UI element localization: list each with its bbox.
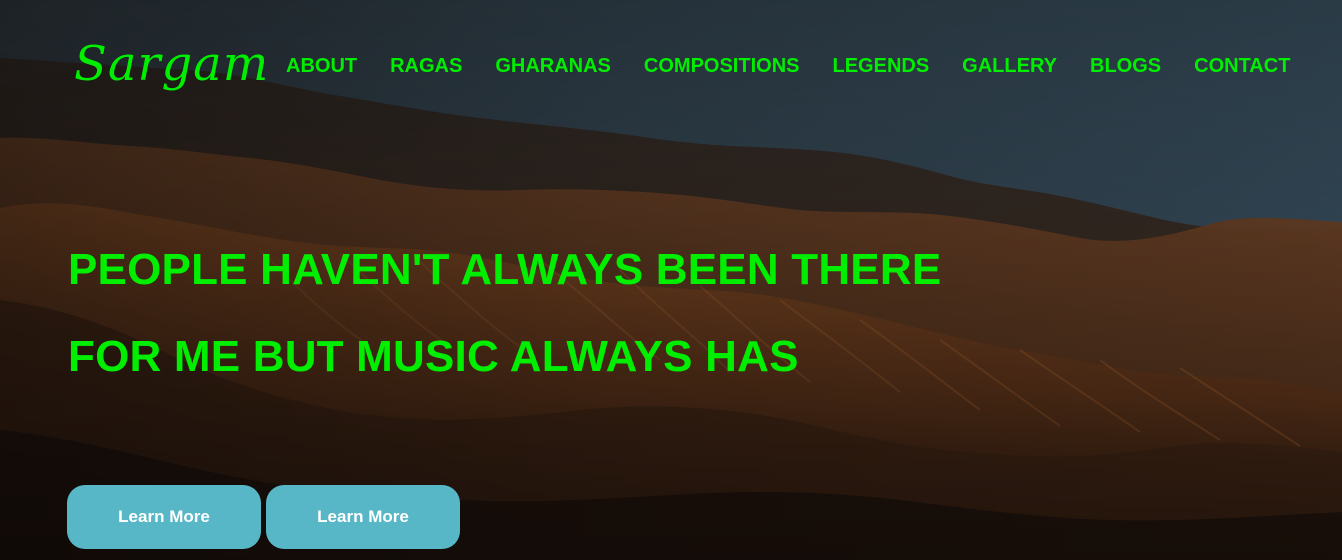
nav-link-gallery[interactable]: GALLERY bbox=[962, 52, 1057, 80]
hero-headline: PEOPLE HAVEN'T ALWAYS BEEN THERE FOR ME … bbox=[68, 245, 942, 381]
nav-link-blogs[interactable]: BLOGS bbox=[1090, 52, 1161, 80]
learn-more-button-primary[interactable]: Learn More bbox=[67, 485, 261, 549]
top-navigation: Sargam ABOUT RAGAS GHARANAS COMPOSITIONS… bbox=[0, 0, 1342, 120]
nav-link-about[interactable]: ABOUT bbox=[286, 52, 357, 80]
hero-section: Sargam ABOUT RAGAS GHARANAS COMPOSITIONS… bbox=[0, 0, 1342, 560]
learn-more-button-secondary[interactable]: Learn More bbox=[266, 485, 460, 549]
nav-link-compositions[interactable]: COMPOSITIONS bbox=[644, 52, 800, 80]
nav-link-gharanas[interactable]: GHARANAS bbox=[495, 52, 611, 80]
main-menu: ABOUT RAGAS GHARANAS COMPOSITIONS LEGEND… bbox=[286, 52, 1290, 80]
nav-link-legends[interactable]: LEGENDS bbox=[832, 52, 929, 80]
nav-link-contact[interactable]: CONTACT bbox=[1194, 52, 1290, 80]
site-logo[interactable]: Sargam bbox=[74, 34, 269, 94]
hero-actions: Learn More Learn More bbox=[67, 485, 460, 549]
nav-link-ragas[interactable]: RAGAS bbox=[390, 52, 462, 80]
